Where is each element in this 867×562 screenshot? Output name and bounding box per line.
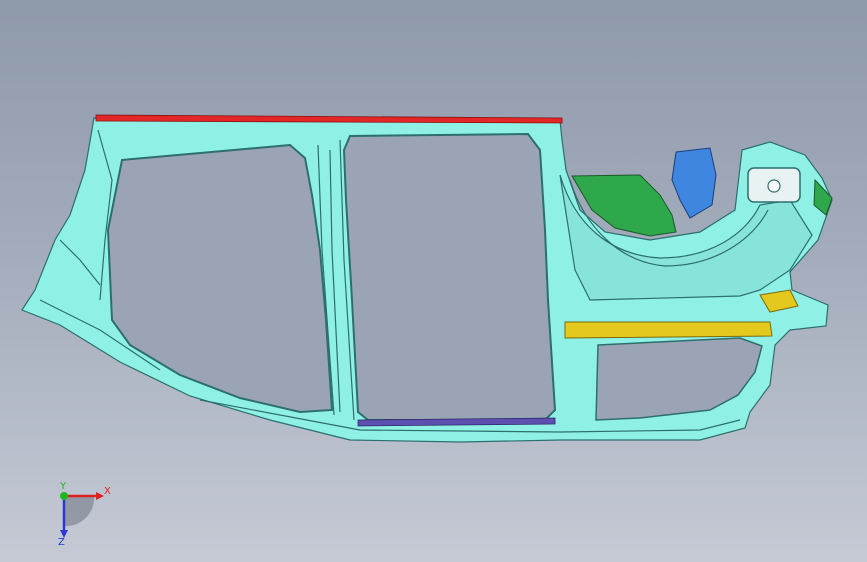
- sill-reinforcement: [564, 321, 773, 339]
- x-axis-label: X: [104, 486, 111, 497]
- axis-triad: X Y Z: [58, 481, 111, 546]
- taillamp-hole: [767, 179, 781, 193]
- x-axis-arrow: [96, 492, 104, 500]
- y-axis-dot: [60, 492, 68, 500]
- z-axis-label: Z: [58, 537, 65, 546]
- triad-shadow: [64, 496, 95, 527]
- rear-door-opening: [342, 132, 557, 421]
- y-axis-label: Y: [59, 481, 67, 492]
- cad-viewport[interactable]: [0, 0, 867, 562]
- latch-bracket: [671, 147, 717, 219]
